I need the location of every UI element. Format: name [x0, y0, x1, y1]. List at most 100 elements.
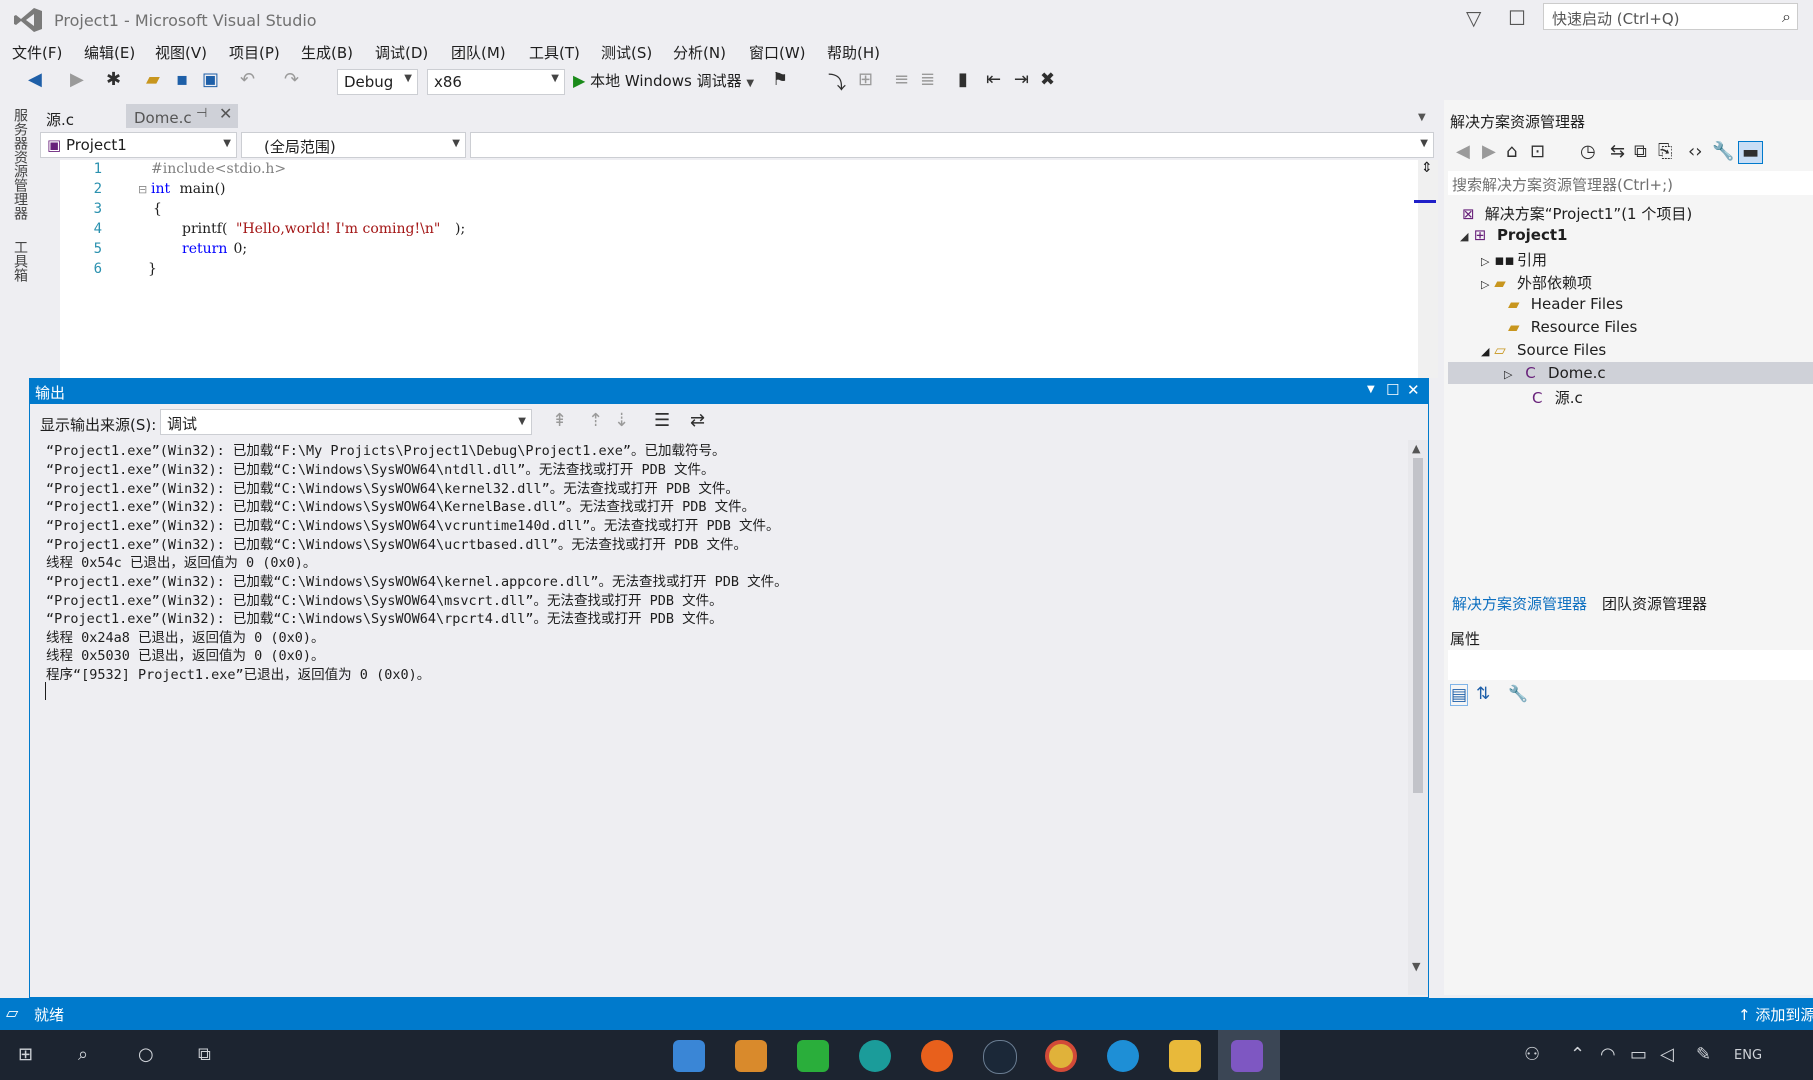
- clear-bookmarks-icon[interactable]: ✖: [1040, 69, 1055, 90]
- save-icon[interactable]: ▪: [176, 69, 188, 90]
- taskbar-app-icon[interactable]: [859, 1040, 891, 1072]
- feedback-icon[interactable]: ☐: [1508, 6, 1526, 30]
- maximize-icon[interactable]: ☐: [1386, 381, 1399, 399]
- navigate-back-icon[interactable]: ◀: [28, 69, 42, 90]
- language-icon[interactable]: ENG: [1734, 1048, 1762, 1063]
- close-icon[interactable]: ✕: [219, 104, 232, 123]
- start-debugging-button[interactable]: ▶ 本地 Windows 调试器 ▼: [573, 70, 754, 91]
- quick-launch-input[interactable]: 快速启动 (Ctrl+Q) ⌕: [1543, 3, 1798, 30]
- next-bookmark-icon[interactable]: ⇥: [1014, 69, 1029, 90]
- undo-icon[interactable]: ↶: [240, 69, 255, 90]
- menu-build[interactable]: 生成(B): [301, 42, 353, 63]
- battery-icon[interactable]: ▭: [1630, 1044, 1647, 1065]
- categorized-icon[interactable]: ▤: [1450, 684, 1469, 706]
- menu-file[interactable]: 文件(F): [12, 42, 62, 63]
- pin-icon[interactable]: ⊣: [196, 106, 207, 121]
- menu-test[interactable]: 测试(S): [601, 42, 652, 63]
- preview-icon[interactable]: ▬: [1738, 141, 1764, 164]
- navigate-forward-icon[interactable]: ▶: [70, 69, 84, 90]
- collapse-icon[interactable]: ⊟: [138, 183, 147, 196]
- bookmark-icon[interactable]: ▮: [958, 69, 968, 90]
- taskbar-steam-icon[interactable]: [983, 1040, 1017, 1074]
- windows-start-icon[interactable]: ⊞: [18, 1044, 33, 1065]
- taskbar-app-desktop-icon[interactable]: [673, 1040, 705, 1072]
- tab-list-dropdown-icon[interactable]: ▼: [1418, 112, 1426, 123]
- member-select[interactable]: ▼: [470, 132, 1434, 158]
- menu-tools[interactable]: 工具(T): [529, 42, 580, 63]
- hex-icon[interactable]: ⊞: [858, 69, 873, 90]
- search-icon[interactable]: ⌕: [78, 1044, 88, 1065]
- comment-icon[interactable]: ≡: [894, 69, 909, 90]
- tree-resource-files[interactable]: ▰ Resource Files: [1508, 318, 1637, 336]
- open-file-icon[interactable]: ▰: [146, 69, 160, 90]
- sync-icon[interactable]: ⇆: [1610, 141, 1625, 162]
- forward-icon[interactable]: ▶: [1482, 141, 1496, 162]
- menu-debug[interactable]: 调试(D): [375, 42, 428, 63]
- view-code-icon[interactable]: ‹›: [1688, 141, 1702, 162]
- home-icon[interactable]: ⌂: [1506, 141, 1517, 162]
- taskbar-chrome-icon[interactable]: [1045, 1040, 1077, 1072]
- tree-dome-c[interactable]: ▷ C Dome.c: [1504, 364, 1606, 382]
- tab-solution-explorer[interactable]: 解决方案资源管理器: [1452, 593, 1587, 614]
- tab-source-c[interactable]: 源.c: [38, 104, 126, 129]
- prev-message-icon[interactable]: ⇡: [588, 410, 603, 431]
- menu-help[interactable]: 帮助(H): [827, 42, 880, 63]
- taskbar-app-orange-icon[interactable]: [921, 1040, 953, 1072]
- alphabetical-icon[interactable]: ⇅: [1476, 684, 1490, 704]
- new-project-icon[interactable]: ✱: [106, 69, 121, 90]
- output-source-select[interactable]: 调试 ▼: [160, 409, 532, 435]
- switch-views-icon[interactable]: ⊡: [1530, 141, 1545, 162]
- output-scrollbar-thumb[interactable]: [1413, 458, 1423, 793]
- step-icon[interactable]: ⤵: [828, 69, 846, 95]
- tree-yuan-c[interactable]: C 源.c: [1532, 387, 1583, 408]
- chevron-down-icon[interactable]: ▼: [1367, 384, 1375, 395]
- clear-all-icon[interactable]: ☰: [654, 410, 670, 431]
- tab-team-explorer[interactable]: 团队资源管理器: [1602, 593, 1707, 614]
- solution-search-input[interactable]: 搜索解决方案资源管理器(Ctrl+;): [1448, 171, 1813, 195]
- toolbox-tab[interactable]: 工具箱: [10, 240, 30, 282]
- cortana-icon[interactable]: ○: [138, 1044, 154, 1065]
- menu-edit[interactable]: 编辑(E): [84, 42, 135, 63]
- people-icon[interactable]: ⚇: [1524, 1044, 1540, 1065]
- collapse-all-icon[interactable]: ⧉: [1634, 141, 1647, 162]
- scroll-up-icon[interactable]: ▲: [1412, 442, 1420, 455]
- project-select[interactable]: ▣ Project1 ▼: [40, 132, 237, 158]
- word-wrap-icon[interactable]: ⇄: [690, 410, 705, 431]
- menu-analyze[interactable]: 分析(N): [673, 42, 726, 63]
- chevron-up-icon[interactable]: ⌃: [1570, 1044, 1585, 1065]
- taskbar-store-icon[interactable]: [735, 1040, 767, 1072]
- back-icon[interactable]: ◀: [1456, 141, 1470, 162]
- split-icon[interactable]: ⇕: [1421, 160, 1433, 176]
- uncomment-icon[interactable]: ≣: [920, 69, 935, 90]
- menu-view[interactable]: 视图(V): [155, 42, 207, 63]
- code-editor[interactable]: [38, 160, 1418, 378]
- menu-team[interactable]: 团队(M): [451, 42, 506, 63]
- server-explorer-tab[interactable]: 服务器资源管理器: [10, 108, 30, 220]
- tree-project[interactable]: ◢ ⊞ Project1: [1460, 226, 1567, 244]
- solution-configuration-select[interactable]: Debug ▼: [337, 69, 418, 95]
- volume-icon[interactable]: ◁: [1660, 1044, 1674, 1065]
- find-message-icon[interactable]: ⇞: [552, 410, 567, 431]
- tree-references[interactable]: ▷ ▪▪ 引用: [1481, 249, 1547, 270]
- solution-platform-select[interactable]: x86 ▼: [427, 69, 565, 95]
- filter-icon[interactable]: ▽: [1466, 6, 1481, 30]
- property-pages-icon[interactable]: 🔧: [1508, 684, 1528, 703]
- tree-solution[interactable]: ⊠ 解决方案“Project1”(1 个项目): [1462, 203, 1692, 224]
- properties-wrench-icon[interactable]: 🔧: [1712, 141, 1734, 162]
- prev-bookmark-icon[interactable]: ⇤: [986, 69, 1001, 90]
- add-to-source-control[interactable]: ↑ 添加到源: [1738, 1004, 1813, 1025]
- editor-scrollbar[interactable]: [1418, 160, 1438, 378]
- save-all-icon[interactable]: ▣: [202, 69, 219, 90]
- tree-header-files[interactable]: ▰ Header Files: [1508, 295, 1623, 313]
- close-icon[interactable]: ✕: [1407, 381, 1420, 399]
- redo-icon[interactable]: ↷: [284, 69, 299, 90]
- taskbar-visual-studio-icon[interactable]: [1231, 1040, 1263, 1072]
- tree-external-deps[interactable]: ▷ ▰ 外部依赖项: [1481, 272, 1592, 293]
- scope-select[interactable]: (全局范围) ▼: [241, 132, 466, 158]
- attach-process-icon[interactable]: ⚑: [772, 69, 788, 90]
- task-view-icon[interactable]: ⧉: [198, 1044, 211, 1065]
- taskbar-explorer-icon[interactable]: [1169, 1040, 1201, 1072]
- next-message-icon[interactable]: ⇣: [614, 410, 629, 431]
- show-all-files-icon[interactable]: ⎘: [1658, 141, 1672, 162]
- properties-object-select[interactable]: [1448, 650, 1813, 680]
